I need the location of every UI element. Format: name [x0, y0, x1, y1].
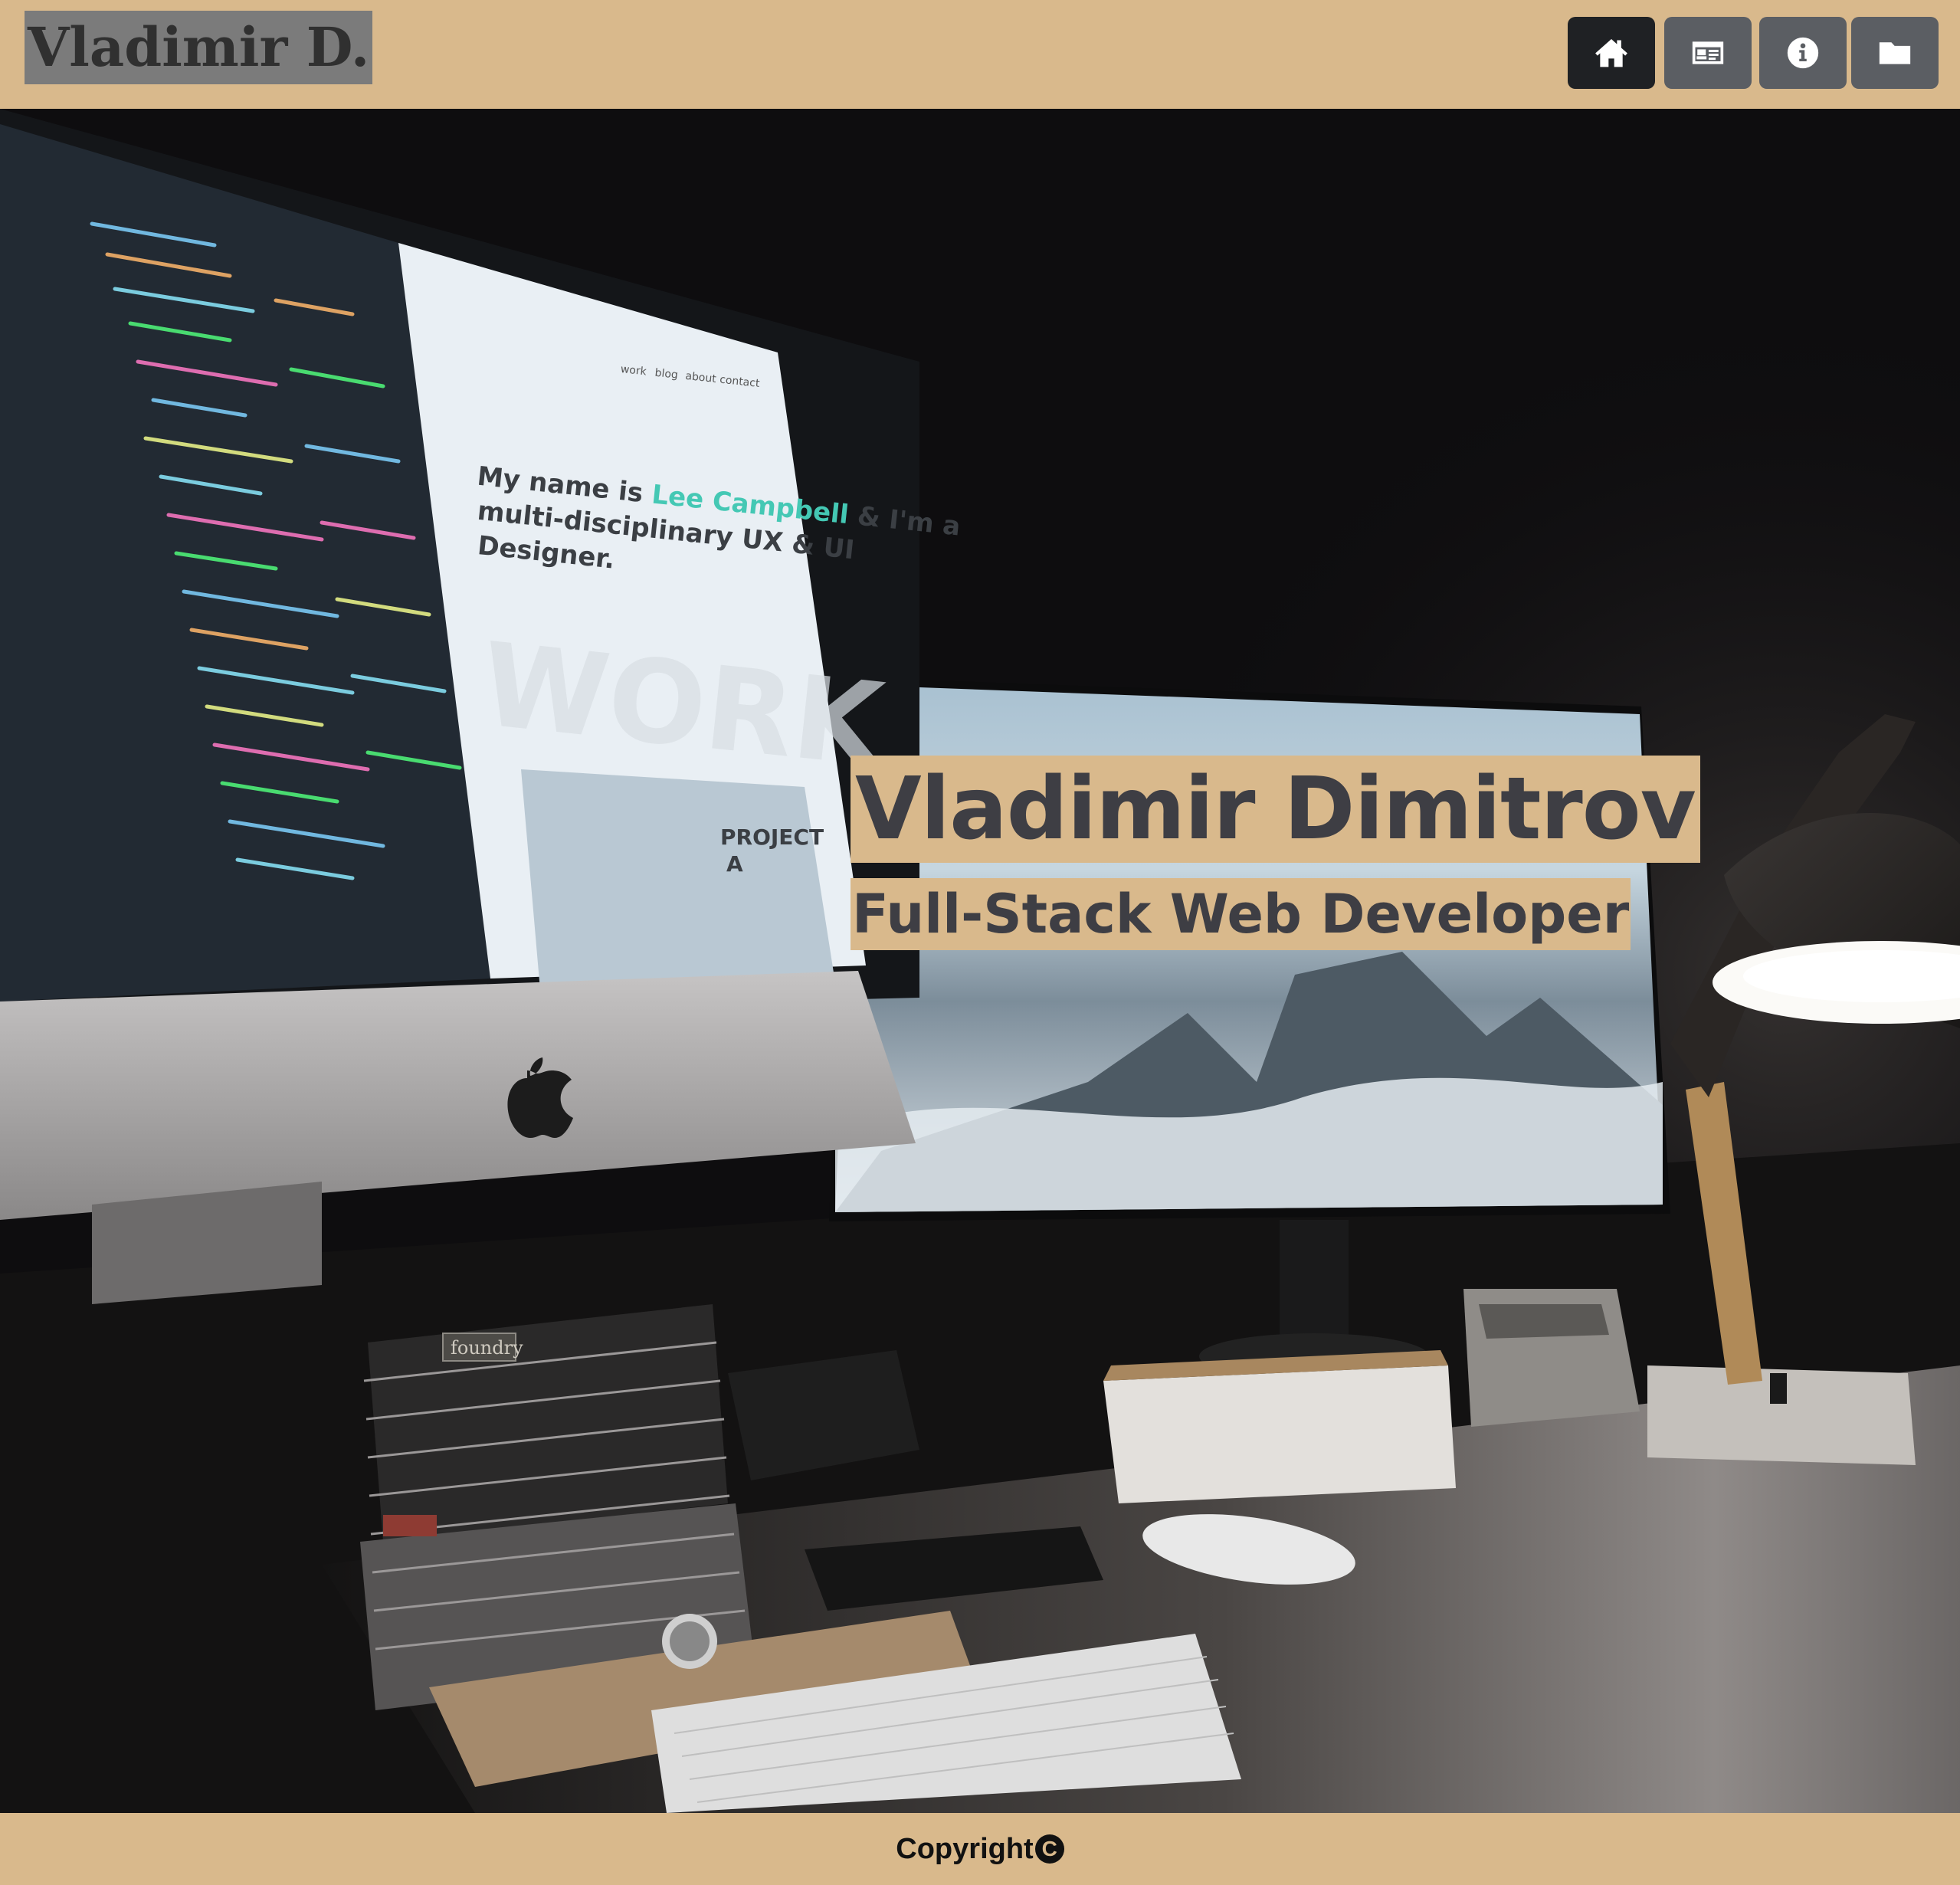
copyright-icon: C — [1034, 1834, 1064, 1864]
contact-card-icon — [1692, 41, 1724, 64]
hero-background-photo: My name is Lee Campbell & I'm a multi-di… — [0, 109, 1960, 1813]
screen-card-letter: A — [726, 851, 743, 877]
footer-copyright: Copyright C — [896, 1833, 1064, 1866]
book-spine-label: foundry — [451, 1337, 523, 1359]
hero-section: My name is Lee Campbell & I'm a multi-di… — [0, 109, 1960, 1813]
nav-projects-button[interactable] — [1851, 17, 1939, 89]
hero-title: Vladimir Dimitrov — [851, 756, 1700, 863]
copyright-label: Copyright — [896, 1832, 1034, 1865]
top-navbar: Vladimir D. — [0, 0, 1960, 109]
screen-nav-blog: blog — [654, 367, 679, 382]
nav-home-button[interactable] — [1568, 17, 1655, 89]
screen-card-title: PROJECT — [720, 824, 824, 850]
page: Vladimir D. My name is Lee Campbell & I'… — [0, 0, 1960, 1885]
footer: Copyright C — [0, 1813, 1960, 1885]
nav-contact-button[interactable] — [1664, 17, 1752, 89]
hero-subtitle: Full-Stack Web Developer — [851, 878, 1631, 950]
info-icon — [1787, 37, 1819, 69]
home-icon — [1595, 39, 1627, 67]
folder-icon — [1879, 42, 1911, 64]
nav-about-button[interactable] — [1759, 17, 1847, 89]
brand-logo[interactable]: Vladimir D. — [25, 11, 373, 84]
